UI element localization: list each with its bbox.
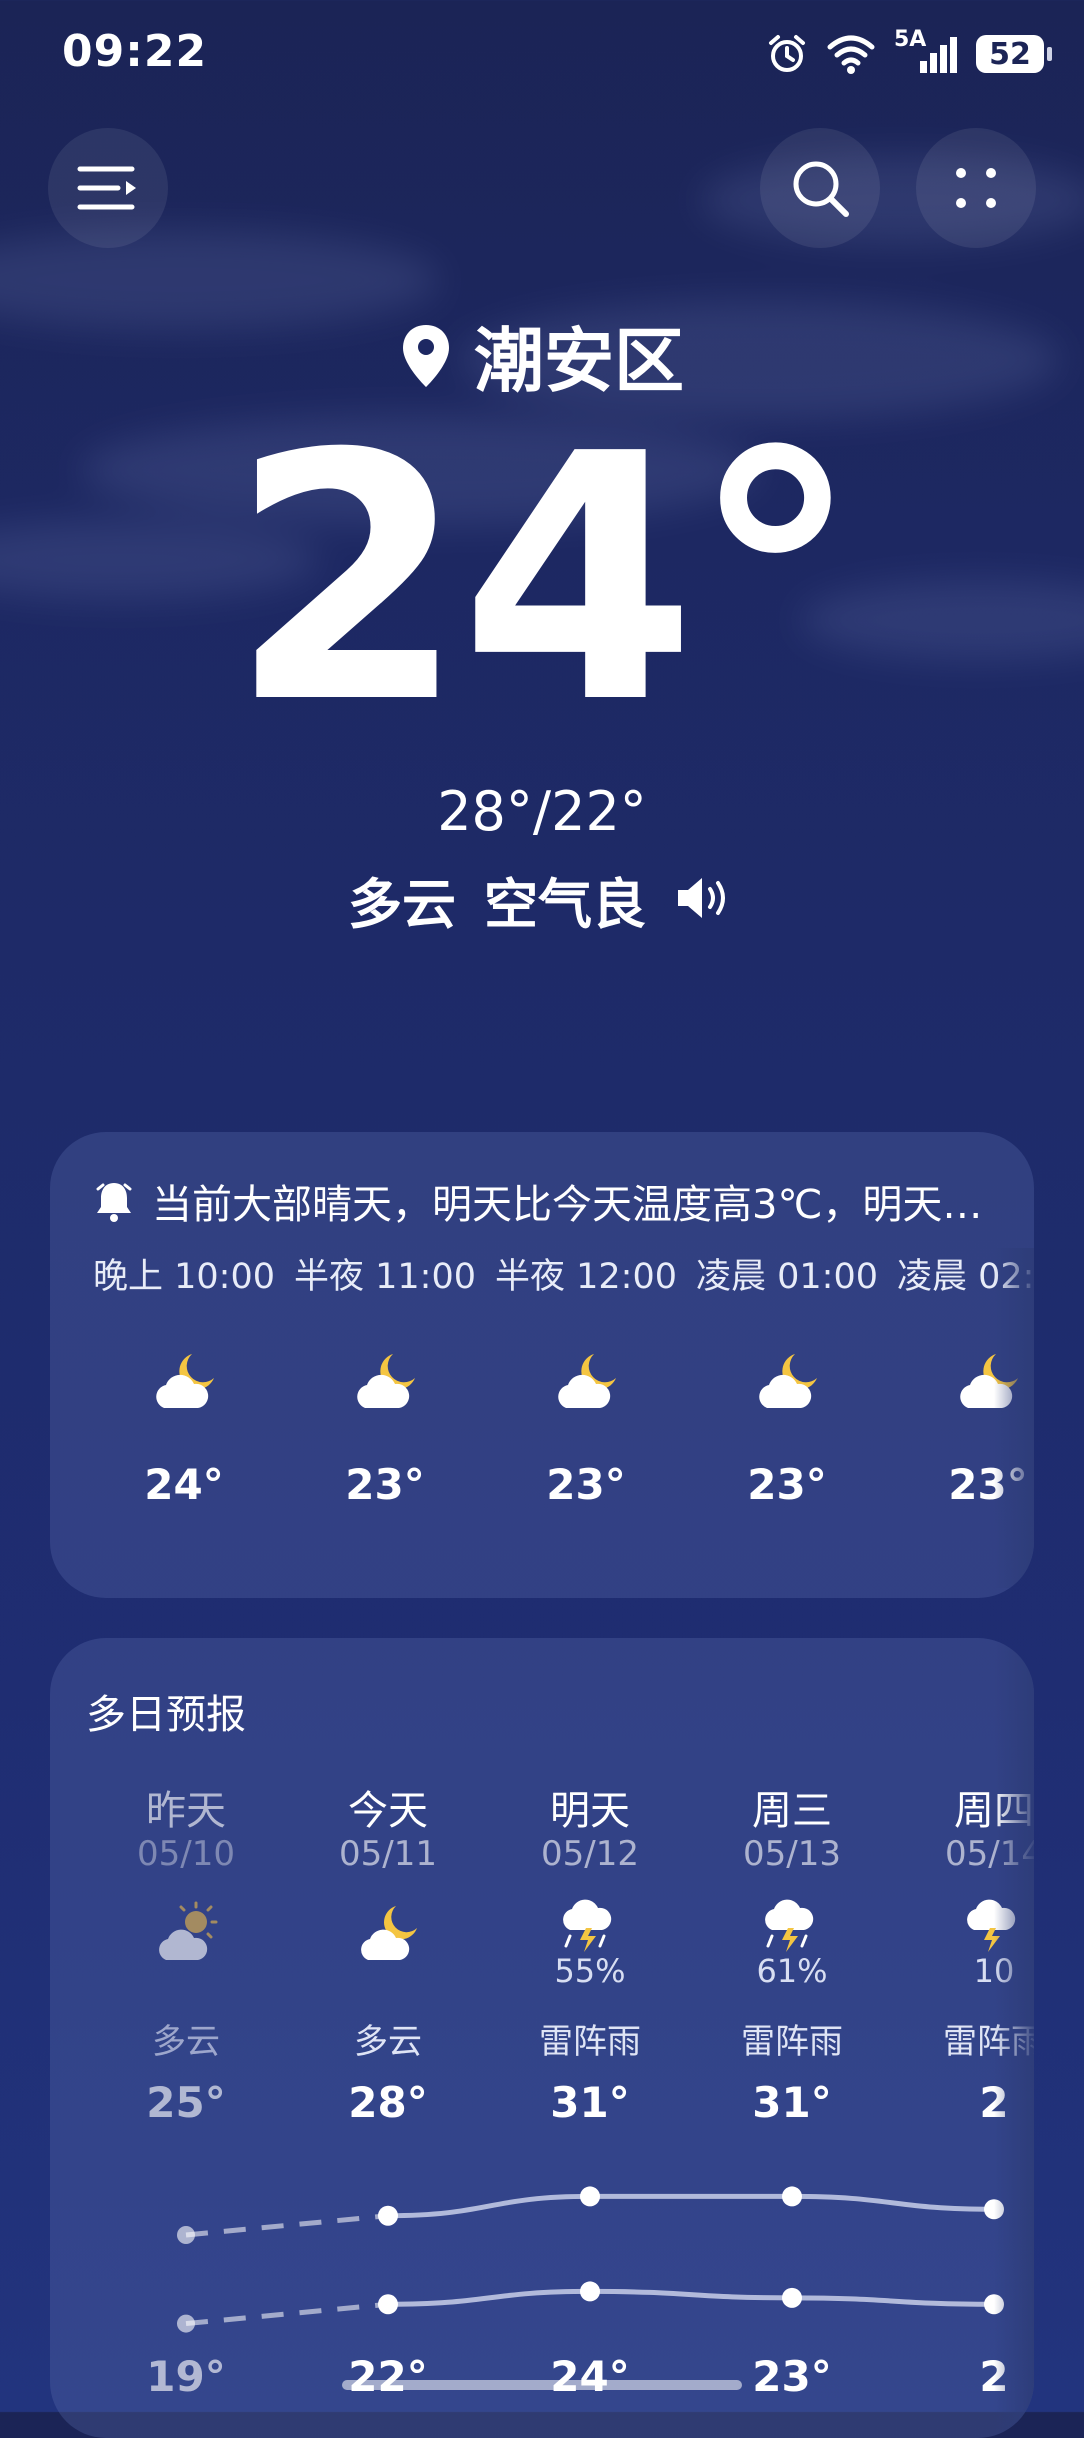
day-label: 今天 bbox=[348, 1788, 428, 1834]
hour-time: 晚上 10:00 bbox=[93, 1257, 275, 1297]
low-temp-line bbox=[387, 2288, 995, 2307]
cloudy-night-icon bbox=[357, 1354, 415, 1408]
hourly-forecast-card: 当前大部晴天，明天比今天温度高3℃，明天有雷阵雨 晚上 10:00 24° 半夜… bbox=[50, 1132, 1034, 1598]
low-temp-past-segment bbox=[185, 2301, 389, 2327]
day-high: 25° bbox=[146, 2078, 226, 2127]
hour-item: 晚上 10:00 24° bbox=[84, 1248, 284, 1509]
air-quality[interactable]: 空气良 bbox=[484, 860, 646, 939]
day-date: 05/12 bbox=[541, 1834, 639, 1874]
menu-button[interactable] bbox=[48, 128, 168, 248]
day-label: 昨天 bbox=[146, 1788, 226, 1834]
high-temp-line bbox=[387, 2193, 995, 2219]
thunderstorm-icon bbox=[765, 1899, 814, 1952]
status-bar: 09:22 5A 52 bbox=[0, 0, 1084, 110]
alert-text: 当前大部晴天，明天比今天温度高3℃，明天有雷阵雨 bbox=[152, 1182, 1012, 1228]
cloudy-night-icon bbox=[558, 1354, 616, 1408]
low-temp-point bbox=[378, 2294, 398, 2315]
hour-temp: 23° bbox=[546, 1460, 626, 1509]
hourly-list[interactable]: 晚上 10:00 24° 半夜 11:00 23° 半夜 12:00 23° 凌… bbox=[50, 1248, 1034, 1588]
more-options-button[interactable] bbox=[916, 128, 1036, 248]
low-temp-point bbox=[580, 2281, 600, 2302]
low-temp-point bbox=[177, 2314, 195, 2333]
high-low-temperature: 28°/22° bbox=[437, 780, 647, 843]
low-temp-point bbox=[782, 2287, 802, 2308]
day-low: 24° bbox=[550, 2352, 630, 2401]
weather-summary: 多云 空气良 bbox=[0, 860, 1084, 939]
day-high: 31° bbox=[752, 2078, 832, 2127]
scroll-fade bbox=[994, 1248, 1034, 1588]
high-temp-point bbox=[378, 2205, 398, 2226]
day-label: 明天 bbox=[550, 1788, 630, 1834]
day-low: 22° bbox=[348, 2352, 428, 2401]
dots-grid-icon bbox=[956, 168, 996, 208]
bell-icon bbox=[96, 1183, 132, 1222]
high-temp-past-segment bbox=[185, 2213, 389, 2238]
status-time: 09:22 bbox=[62, 26, 208, 77]
hour-temp: 24° bbox=[144, 1460, 224, 1509]
current-condition: 多云 bbox=[348, 873, 456, 936]
hour-time: 半夜 11:00 bbox=[294, 1257, 476, 1297]
thunderstorm-icon bbox=[563, 1899, 612, 1952]
search-button[interactable] bbox=[760, 128, 880, 248]
partly-cloudy-day-icon bbox=[159, 1901, 218, 1960]
hour-item: 凌晨 01:00 23° bbox=[687, 1248, 887, 1509]
day-high: 31° bbox=[550, 2078, 630, 2127]
day-precip: 55% bbox=[554, 1952, 626, 1990]
hour-temp: 23° bbox=[747, 1460, 827, 1509]
signal-bars-icon bbox=[920, 37, 957, 73]
scroll-fade bbox=[994, 1638, 1034, 2438]
day-low: 19° bbox=[146, 2352, 226, 2401]
day-condition: 雷阵雨 bbox=[741, 2022, 843, 2062]
wifi-icon bbox=[827, 35, 875, 74]
hour-item: 半夜 12:00 23° bbox=[486, 1248, 686, 1509]
search-icon bbox=[793, 161, 849, 217]
day-precip: 61% bbox=[756, 1952, 828, 1990]
voice-broadcast-button[interactable] bbox=[674, 873, 736, 927]
weather-alert[interactable]: 当前大部晴天，明天比今天温度高3℃，明天有雷阵雨 bbox=[94, 1172, 1014, 1230]
day-date: 05/13 bbox=[743, 1834, 841, 1874]
alarm-icon bbox=[769, 35, 805, 72]
day-label: 周三 bbox=[752, 1788, 832, 1834]
day-date: 05/10 bbox=[137, 1834, 235, 1874]
status-icons: 5A 52 bbox=[766, 26, 1052, 82]
cloudy-night-icon bbox=[361, 1906, 417, 1960]
location-pin-icon bbox=[403, 324, 449, 387]
day-low: 23° bbox=[752, 2352, 832, 2401]
day-high: 28° bbox=[348, 2078, 428, 2127]
hour-time: 凌晨 01:00 bbox=[696, 1257, 878, 1297]
day-date: 05/11 bbox=[339, 1834, 437, 1874]
battery-indicator: 52 bbox=[976, 35, 1052, 73]
hour-item: 半夜 11:00 23° bbox=[285, 1248, 485, 1509]
day-condition: 多云 bbox=[152, 2022, 220, 2062]
high-temp-point bbox=[782, 2186, 802, 2207]
day-condition: 多云 bbox=[354, 2022, 422, 2062]
cellular-signal: 5A bbox=[894, 27, 958, 75]
speaker-icon bbox=[678, 877, 725, 918]
hour-temp: 23° bbox=[345, 1460, 425, 1509]
cloudy-night-icon bbox=[156, 1354, 214, 1408]
current-temperature: 24° bbox=[229, 382, 860, 778]
day-condition: 雷阵雨 bbox=[539, 2022, 641, 2062]
daily-forecast-card: 多日预报 昨天 05/10 多云 25° 19° 今天 05/11 多云 28°… bbox=[50, 1638, 1034, 2438]
hour-time: 半夜 12:00 bbox=[495, 1257, 677, 1297]
high-temp-point bbox=[177, 2226, 195, 2244]
home-indicator[interactable] bbox=[342, 2380, 742, 2390]
high-temp-point bbox=[580, 2186, 600, 2207]
cloudy-night-icon bbox=[759, 1354, 817, 1408]
temperature-trend-chart bbox=[177, 2186, 1004, 2333]
menu-list-icon bbox=[77, 166, 136, 210]
